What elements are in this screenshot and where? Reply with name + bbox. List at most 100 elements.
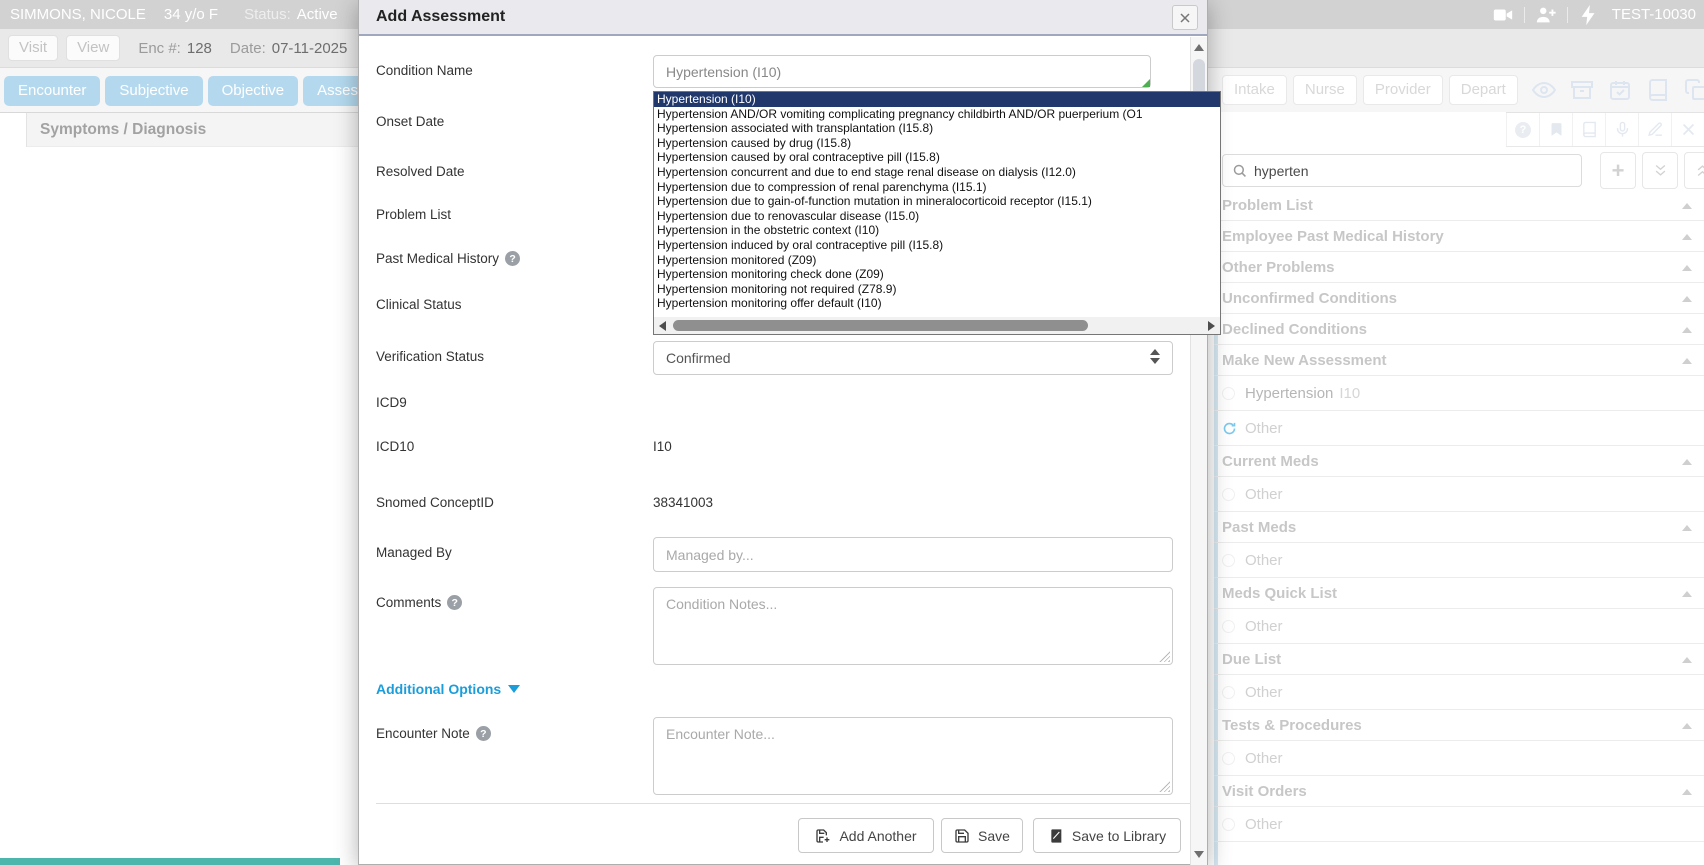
sidebar-section-tests-procedures[interactable]: Tests & Procedures (1214, 710, 1704, 741)
dropdown-option[interactable]: Hypertension (I10) (654, 92, 1220, 107)
tab-subjective[interactable]: Subjective (105, 76, 202, 106)
bookmark-icon[interactable] (1539, 113, 1572, 146)
copy-icon[interactable] (1684, 78, 1704, 102)
add-assessment-button[interactable]: + (1600, 152, 1636, 189)
collapse-caret-icon[interactable] (1682, 789, 1692, 795)
collapse-caret-icon[interactable] (1682, 525, 1692, 531)
sidebar-item-other[interactable]: Other (1214, 741, 1704, 776)
sidebar-item-other[interactable]: Other (1214, 477, 1704, 512)
scroll-right-icon[interactable] (1203, 317, 1220, 334)
collapse-caret-icon[interactable] (1682, 358, 1692, 364)
sidebar-section-declined-conditions[interactable]: Declined Conditions (1214, 314, 1704, 345)
save-to-library-button[interactable]: Save to Library (1033, 818, 1181, 853)
close-icon[interactable] (1671, 113, 1704, 146)
sidebar-list: Problem ListEmployee Past Medical Histor… (1214, 190, 1704, 842)
sidebar-section-visit-orders[interactable]: Visit Orders (1214, 776, 1704, 807)
depart-button[interactable]: Depart (1449, 75, 1518, 105)
eye-icon[interactable] (1532, 78, 1556, 102)
nurse-button[interactable]: Nurse (1293, 75, 1357, 105)
dropdown-hscrollbar[interactable] (654, 317, 1220, 334)
dropdown-option[interactable]: Hypertension monitored (Z09) (654, 253, 1220, 268)
archive-icon[interactable] (1570, 78, 1594, 102)
help-icon[interactable] (476, 726, 491, 741)
close-button[interactable] (1172, 5, 1198, 30)
sidebar-item-other[interactable]: Other (1214, 543, 1704, 578)
sidebar-section-make-new-assessment[interactable]: Make New Assessment (1214, 345, 1704, 376)
pencil-icon[interactable] (1638, 113, 1671, 146)
add-another-button[interactable]: Add Another (798, 818, 934, 853)
video-camera-icon[interactable] (1492, 4, 1514, 26)
dropdown-option[interactable]: Hypertension AND/OR vomiting complicatin… (654, 107, 1220, 122)
dropdown-option[interactable]: Hypertension monitoring offer default (I… (654, 296, 1220, 311)
scroll-down-icon[interactable] (1191, 846, 1207, 863)
dropdown-option[interactable]: Hypertension induced by oral contracepti… (654, 238, 1220, 253)
sidebar-section-meds-quick-list[interactable]: Meds Quick List (1214, 578, 1704, 609)
sidebar-section-due-list[interactable]: Due List (1214, 644, 1704, 675)
help-icon[interactable] (447, 595, 462, 610)
verification-status-value: Confirmed (666, 350, 731, 366)
view-button[interactable]: View (66, 35, 120, 61)
add-user-icon[interactable] (1535, 4, 1557, 26)
encounter-note-textarea[interactable] (653, 717, 1173, 795)
sidebar-item-other[interactable]: Other (1214, 807, 1704, 842)
sidebar-section-unconfirmed-conditions[interactable]: Unconfirmed Conditions (1214, 283, 1704, 314)
collapse-caret-icon[interactable] (1682, 203, 1692, 209)
collapse-caret-icon[interactable] (1682, 327, 1692, 333)
panel-toggle[interactable] (0, 113, 27, 147)
hscroll-thumb[interactable] (673, 320, 1088, 331)
collapse-caret-icon[interactable] (1682, 723, 1692, 729)
item-label: Hypertension (1245, 385, 1333, 402)
scroll-left-icon[interactable] (654, 317, 671, 334)
scroll-up-icon[interactable] (1191, 39, 1207, 56)
sidebar-section-current-meds[interactable]: Current Meds (1214, 446, 1704, 477)
collapse-caret-icon[interactable] (1682, 234, 1692, 240)
collapse-all-button[interactable] (1684, 152, 1704, 189)
collapse-caret-icon[interactable] (1682, 591, 1692, 597)
save-button[interactable]: Save (941, 818, 1023, 853)
microphone-icon[interactable] (1605, 113, 1638, 146)
dropdown-option[interactable]: Hypertension concurrent and due to end s… (654, 165, 1220, 180)
verification-status-select[interactable]: Confirmed (653, 341, 1173, 375)
search-input[interactable] (1254, 163, 1574, 179)
visit-button[interactable]: Visit (8, 35, 58, 61)
chevron-down-icon (508, 685, 520, 693)
intake-button[interactable]: Intake (1222, 75, 1287, 105)
tab-encounter[interactable]: Encounter (4, 76, 100, 106)
sidebar-item-other[interactable]: Other (1214, 411, 1704, 446)
dropdown-option[interactable]: Hypertension due to renovascular disease… (654, 209, 1220, 224)
collapse-caret-icon[interactable] (1682, 459, 1692, 465)
book-icon[interactable] (1646, 78, 1670, 102)
collapse-caret-icon[interactable] (1682, 296, 1692, 302)
lightning-bolt-icon[interactable] (1578, 4, 1600, 26)
modal-header[interactable]: Add Assessment (359, 0, 1207, 36)
additional-options-link[interactable]: Additional Options (376, 681, 520, 697)
sidebar-item-other[interactable]: Other (1214, 675, 1704, 710)
sidebar-section-employee-past-medical-history[interactable]: Employee Past Medical History (1214, 221, 1704, 252)
managed-by-input[interactable] (653, 537, 1173, 572)
hscroll-track[interactable] (671, 317, 1203, 334)
comments-textarea[interactable] (653, 587, 1173, 665)
dropdown-option[interactable]: Hypertension due to gain-of-function mut… (654, 194, 1220, 209)
condition-name-input[interactable] (653, 55, 1151, 88)
sidebar-section-other-problems[interactable]: Other Problems (1214, 252, 1704, 283)
sidebar-item-other[interactable]: Other (1214, 609, 1704, 644)
dropdown-option[interactable]: Hypertension caused by drug (I15.8) (654, 136, 1220, 151)
tab-objective[interactable]: Objective (208, 76, 299, 106)
calendar-check-icon[interactable] (1608, 78, 1632, 102)
help-icon[interactable]: ? (1506, 113, 1539, 146)
help-icon[interactable] (505, 251, 520, 266)
sidebar-item-hypertension[interactable]: HypertensionI10 (1214, 376, 1704, 411)
dropdown-option[interactable]: Hypertension monitoring check done (Z09) (654, 267, 1220, 282)
provider-button[interactable]: Provider (1363, 75, 1443, 105)
collapse-caret-icon[interactable] (1682, 265, 1692, 271)
expand-all-button[interactable] (1642, 152, 1678, 189)
dropdown-option[interactable]: Hypertension due to compression of renal… (654, 180, 1220, 195)
collapse-caret-icon[interactable] (1682, 657, 1692, 663)
sidebar-section-past-meds[interactable]: Past Meds (1214, 512, 1704, 543)
dropdown-option[interactable]: Hypertension in the obstetric context (I… (654, 223, 1220, 238)
dropdown-option[interactable]: Hypertension associated with transplanta… (654, 121, 1220, 136)
dropdown-option[interactable]: Hypertension monitoring not required (Z7… (654, 282, 1220, 297)
book-icon[interactable] (1572, 113, 1605, 146)
dropdown-option[interactable]: Hypertension caused by oral contraceptiv… (654, 150, 1220, 165)
sidebar-section-problem-list[interactable]: Problem List (1214, 190, 1704, 221)
